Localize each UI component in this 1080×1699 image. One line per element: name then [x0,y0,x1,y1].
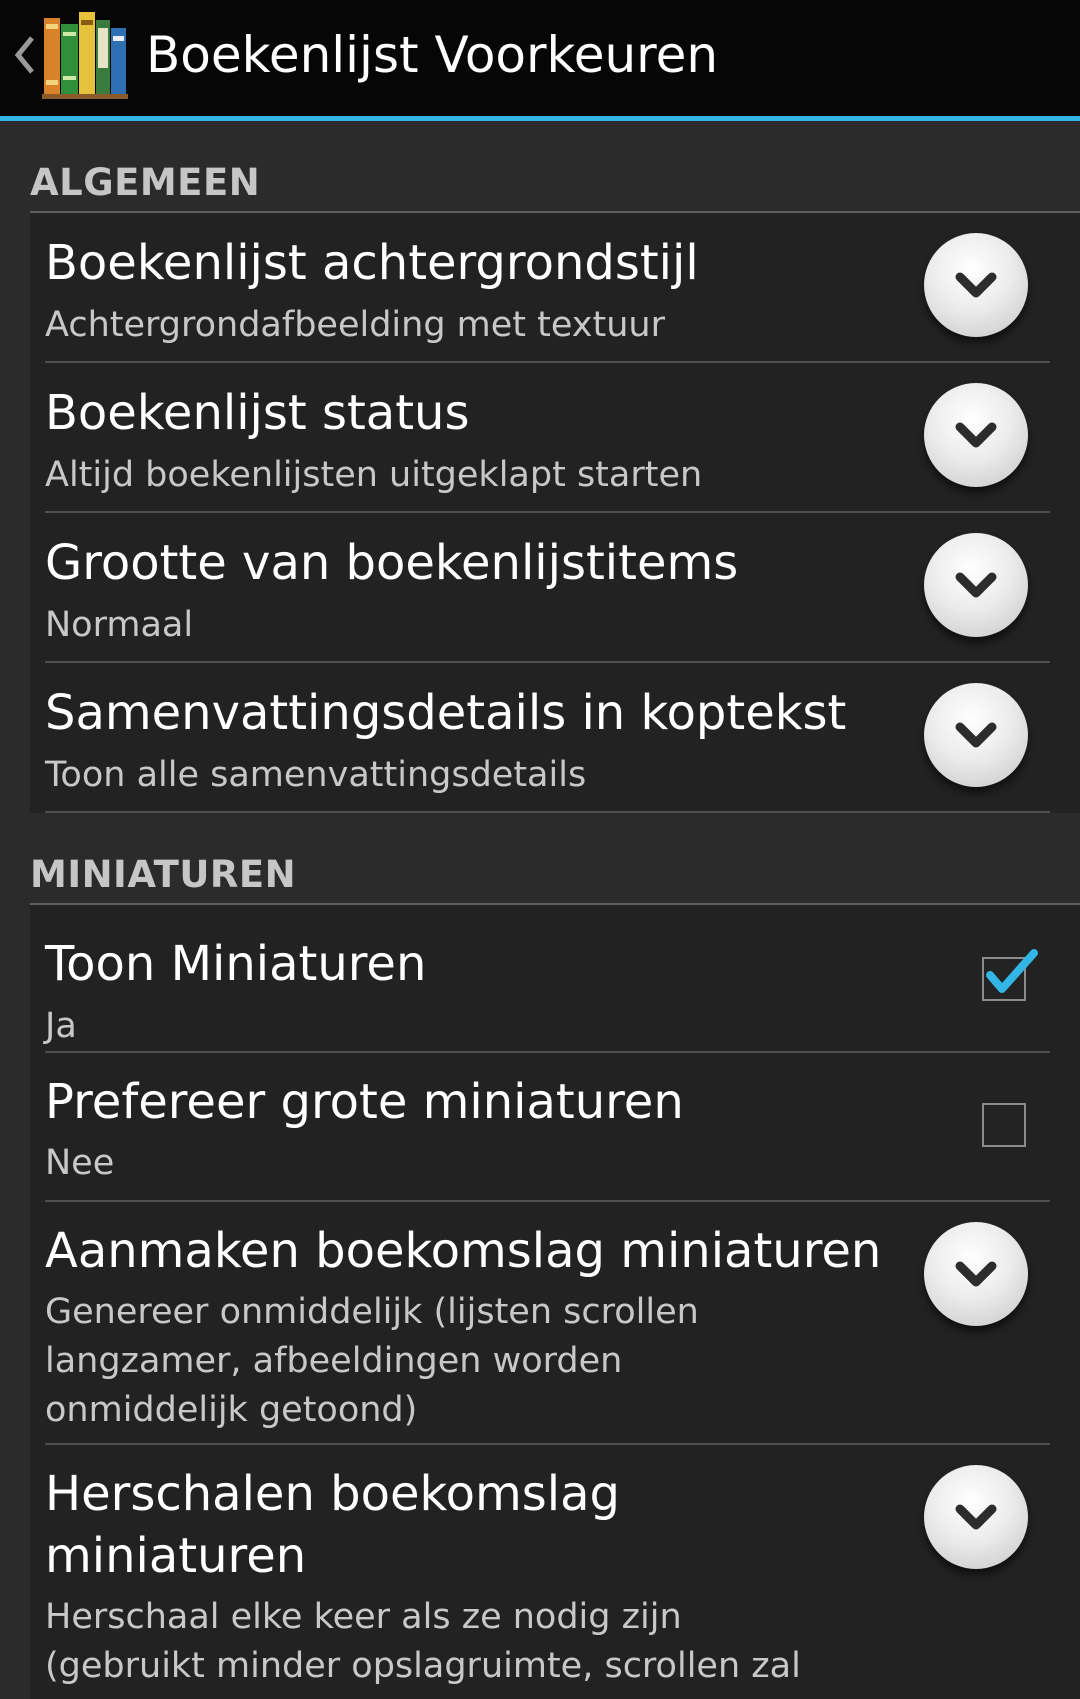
pref-prefer-large-thumbnails[interactable]: Prefereer grote miniaturen Nee [45,1053,1050,1202]
dropdown-button[interactable] [924,1465,1028,1569]
chevron-down-icon [955,272,997,298]
pref-title: Aanmaken boekomslag miniaturen [45,1223,882,1279]
preferences-list[interactable]: ALGEMEEN Boekenlijst achtergrondstijl Ac… [0,121,1080,1699]
pref-resize-covers[interactable]: Herschalen boekomslag miniaturen Herscha… [45,1445,1050,1699]
pref-title: Grootte van boekenlijstitems [45,535,739,591]
chevron-down-icon [955,1504,997,1530]
dropdown-button[interactable] [924,533,1028,637]
pref-title: Boekenlijst status [45,385,470,441]
pref-summary: Nee [45,1143,115,1183]
pref-item-size[interactable]: Grootte van boekenlijstitems Normaal [45,513,1050,663]
pref-summary: Toon alle samenvattingsdetails [45,755,587,795]
pref-title: Boekenlijst achtergrondstijl [45,235,699,291]
dropdown-button[interactable] [924,683,1028,787]
pref-title: Toon Miniaturen [45,936,427,992]
section-body: Boekenlijst achtergrondstijl Achtergrond… [30,213,1080,813]
pref-booklist-status[interactable]: Boekenlijst status Altijd boekenlijsten … [45,363,1050,513]
pref-title: Herschalen boekomslag miniaturen [45,1466,620,1584]
section-miniaturen: MINIATUREN Toon Miniaturen Ja Prefereer … [0,813,1080,1699]
page-title: Boekenlijst Voorkeuren [146,26,719,84]
pref-show-thumbnails[interactable]: Toon Miniaturen Ja [45,905,1050,1053]
pref-generate-covers[interactable]: Aanmaken boekomslag miniaturen Genereer … [45,1202,1050,1445]
checkmark-icon [986,949,1038,993]
section-header: MINIATUREN [0,813,1080,905]
chevron-down-icon [955,422,997,448]
action-bar: Boekenlijst Voorkeuren [0,0,1080,121]
show-thumbnails-checkbox[interactable] [982,949,1038,1001]
chevron-down-icon [955,722,997,748]
pref-summary: Altijd boekenlijsten uitgeklapt starten [45,455,703,495]
pref-summary: Herschaal elke keer als ze nodig zijn (g… [45,1597,801,1686]
chevron-left-icon[interactable] [10,30,40,80]
dropdown-button[interactable] [924,383,1028,487]
chevron-down-icon [955,572,997,598]
pref-title: Samenvattingsdetails in koptekst [45,685,847,741]
pref-summary: Ja [45,1006,77,1046]
prefer-large-thumbnails-checkbox[interactable] [982,1103,1026,1147]
pref-summary-details[interactable]: Samenvattingsdetails in koptekst Toon al… [45,663,1050,813]
section-header: ALGEMEEN [0,121,1080,213]
section-body: Toon Miniaturen Ja Prefereer grote minia… [30,905,1080,1699]
pref-summary: Achtergrondafbeelding met textuur [45,305,665,345]
pref-summary: Normaal [45,605,194,645]
section-header-label: MINIATUREN [30,853,297,896]
books-icon[interactable] [42,10,128,100]
section-algemeen: ALGEMEEN Boekenlijst achtergrondstijl Ac… [0,121,1080,813]
section-header-label: ALGEMEEN [30,161,261,204]
pref-title: Prefereer grote miniaturen [45,1074,684,1130]
dropdown-button[interactable] [924,233,1028,337]
pref-background-style[interactable]: Boekenlijst achtergrondstijl Achtergrond… [45,213,1050,363]
chevron-down-icon [955,1261,997,1287]
pref-summary: Genereer onmiddelijk (lijsten scrollen l… [45,1292,699,1430]
dropdown-button[interactable] [924,1222,1028,1326]
